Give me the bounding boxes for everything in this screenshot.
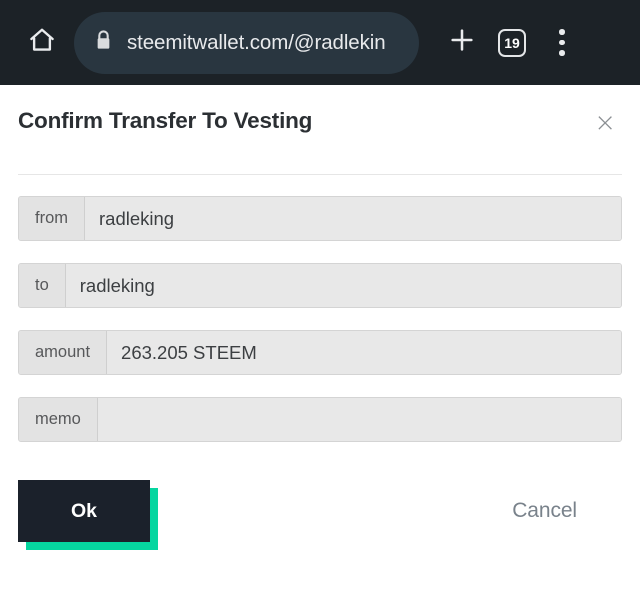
field-label-to: to — [19, 264, 66, 307]
ok-button[interactable]: Ok — [18, 480, 150, 542]
field-value-memo — [97, 398, 621, 441]
tab-count-badge: 19 — [498, 28, 526, 57]
field-label-memo: memo — [19, 398, 98, 441]
more-vertical-icon — [559, 29, 565, 56]
lock-icon — [94, 29, 113, 57]
tab-switcher-button[interactable]: 19 — [487, 15, 537, 71]
field-value-amount: 263.205 STEEM — [107, 331, 621, 374]
browser-toolbar: steemitwallet.com/@radlekin 19 — [0, 0, 640, 85]
dialog-header: Confirm Transfer To Vesting × — [18, 85, 622, 138]
field-row-to: to radleking — [18, 263, 622, 308]
header-divider — [18, 174, 622, 175]
field-value-from: radleking — [85, 197, 621, 240]
field-row-amount: amount 263.205 STEEM — [18, 330, 622, 375]
dialog-actions: Ok Cancel — [18, 480, 622, 550]
dialog-title: Confirm Transfer To Vesting — [18, 108, 313, 133]
field-value-to: radleking — [65, 264, 621, 307]
ok-button-wrapper: Ok — [18, 480, 158, 550]
address-bar-url: steemitwallet.com/@radlekin — [127, 30, 386, 54]
confirm-dialog: Confirm Transfer To Vesting × from radle… — [0, 85, 640, 589]
browser-menu-button[interactable] — [537, 15, 587, 71]
plus-icon — [446, 24, 478, 61]
close-icon[interactable]: × — [588, 108, 622, 138]
field-row-memo: memo — [18, 397, 622, 442]
home-button[interactable] — [14, 15, 70, 71]
home-icon — [27, 25, 57, 60]
field-label-from: from — [19, 197, 85, 240]
field-row-from: from radleking — [18, 196, 622, 241]
field-label-amount: amount — [19, 331, 108, 374]
address-bar[interactable]: steemitwallet.com/@radlekin — [74, 11, 419, 74]
cancel-button[interactable]: Cancel — [512, 499, 577, 523]
new-tab-button[interactable] — [437, 15, 487, 71]
transfer-details-list: from radleking to radleking amount 263.2… — [18, 196, 622, 442]
